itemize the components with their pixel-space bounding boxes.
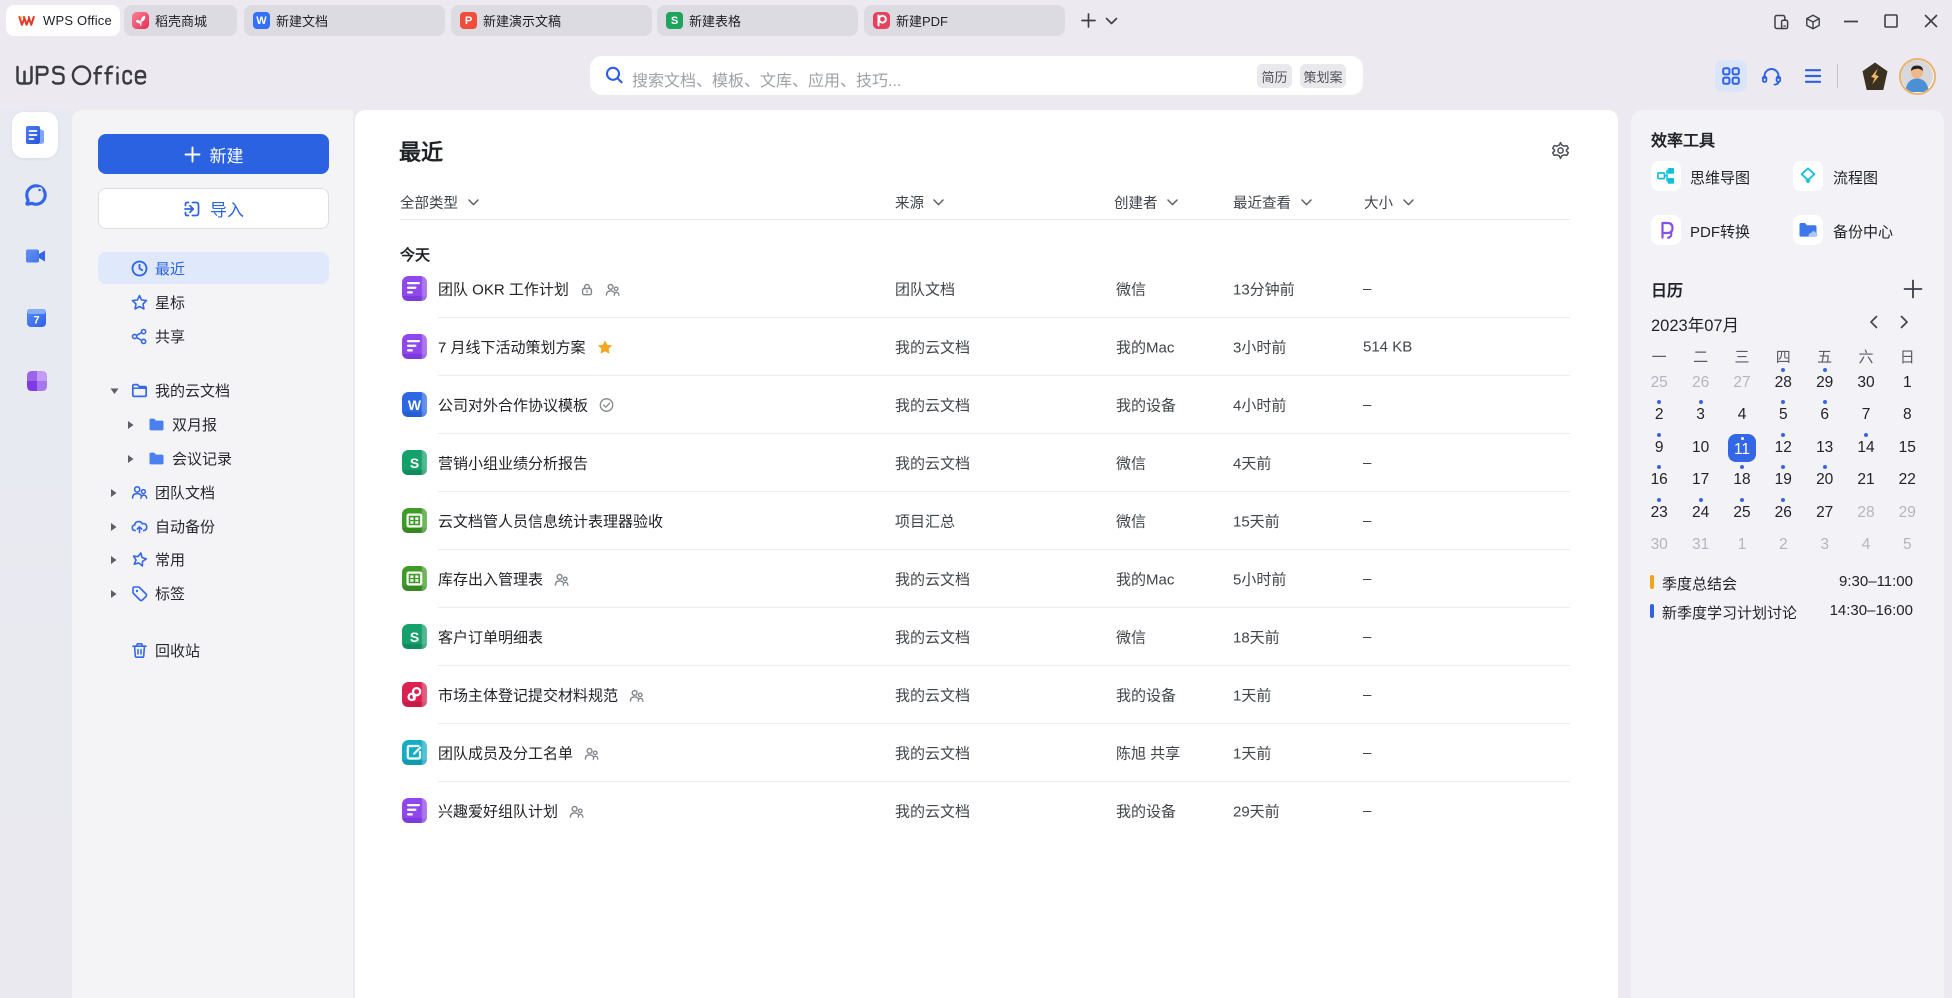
svg-text:S: S — [410, 629, 419, 645]
svg-text:S: S — [410, 455, 419, 471]
svg-text:7: 7 — [33, 315, 39, 327]
svg-text:W: W — [408, 397, 422, 413]
